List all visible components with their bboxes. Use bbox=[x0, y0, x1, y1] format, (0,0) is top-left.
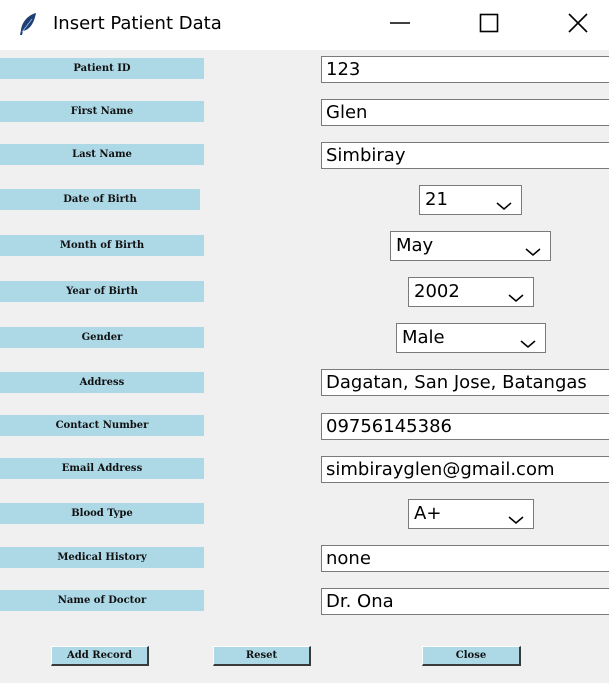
date-of-birth-label: Date of Birth bbox=[0, 189, 200, 210]
reset-button[interactable]: Reset bbox=[213, 646, 311, 666]
minimize-button[interactable] bbox=[377, 0, 423, 50]
month-of-birth-value: May bbox=[396, 235, 434, 256]
chevron-down-icon bbox=[525, 241, 541, 256]
add-record-button[interactable]: Add Record bbox=[51, 646, 149, 666]
title-bar: Insert Patient Data bbox=[0, 0, 609, 50]
minimize-icon bbox=[390, 13, 410, 37]
name-of-doctor-input[interactable]: Dr. Ona bbox=[321, 588, 609, 615]
feather-icon bbox=[17, 12, 39, 36]
month-of-birth-label: Month of Birth bbox=[0, 235, 204, 256]
blood-type-select[interactable]: A+ bbox=[408, 499, 534, 529]
chevron-down-icon bbox=[508, 509, 524, 524]
first-name-input[interactable]: Glen bbox=[321, 99, 609, 126]
date-of-birth-value: 21 bbox=[425, 189, 448, 210]
chevron-down-icon bbox=[496, 195, 512, 210]
patient-id-label: Patient ID bbox=[0, 58, 204, 79]
close-window-button[interactable] bbox=[555, 0, 601, 50]
last-name-label: Last Name bbox=[0, 144, 204, 165]
month-of-birth-select[interactable]: May bbox=[390, 231, 551, 261]
chevron-down-icon bbox=[508, 287, 524, 302]
email-address-input[interactable]: simbirayglen@gmail.com bbox=[321, 456, 609, 483]
date-of-birth-select[interactable]: 21 bbox=[419, 185, 522, 215]
patient-id-input[interactable]: 123 bbox=[321, 56, 609, 83]
year-of-birth-label: Year of Birth bbox=[0, 281, 204, 302]
chevron-down-icon bbox=[520, 333, 536, 348]
maximize-icon bbox=[479, 13, 499, 37]
last-name-input[interactable]: Simbiray bbox=[321, 142, 609, 169]
email-address-label: Email Address bbox=[0, 458, 204, 479]
year-of-birth-select[interactable]: 2002 bbox=[408, 277, 534, 307]
close-button[interactable]: Close bbox=[422, 646, 521, 666]
maximize-button[interactable] bbox=[466, 0, 512, 50]
blood-type-label: Blood Type bbox=[0, 503, 204, 524]
close-icon bbox=[568, 13, 588, 37]
window-title: Insert Patient Data bbox=[53, 13, 222, 34]
contact-number-input[interactable]: 09756145386 bbox=[321, 413, 609, 440]
blood-type-value: A+ bbox=[414, 503, 442, 524]
gender-value: Male bbox=[402, 327, 445, 348]
gender-select[interactable]: Male bbox=[396, 323, 546, 353]
name-of-doctor-label: Name of Doctor bbox=[0, 590, 204, 611]
gender-label: Gender bbox=[0, 327, 204, 348]
address-label: Address bbox=[0, 372, 204, 393]
contact-number-label: Contact Number bbox=[0, 415, 204, 436]
medical-history-input[interactable]: none bbox=[321, 545, 609, 572]
medical-history-label: Medical History bbox=[0, 547, 204, 568]
year-of-birth-value: 2002 bbox=[414, 281, 460, 302]
address-input[interactable]: Dagatan, San Jose, Batangas bbox=[321, 369, 609, 396]
first-name-label: First Name bbox=[0, 101, 204, 122]
